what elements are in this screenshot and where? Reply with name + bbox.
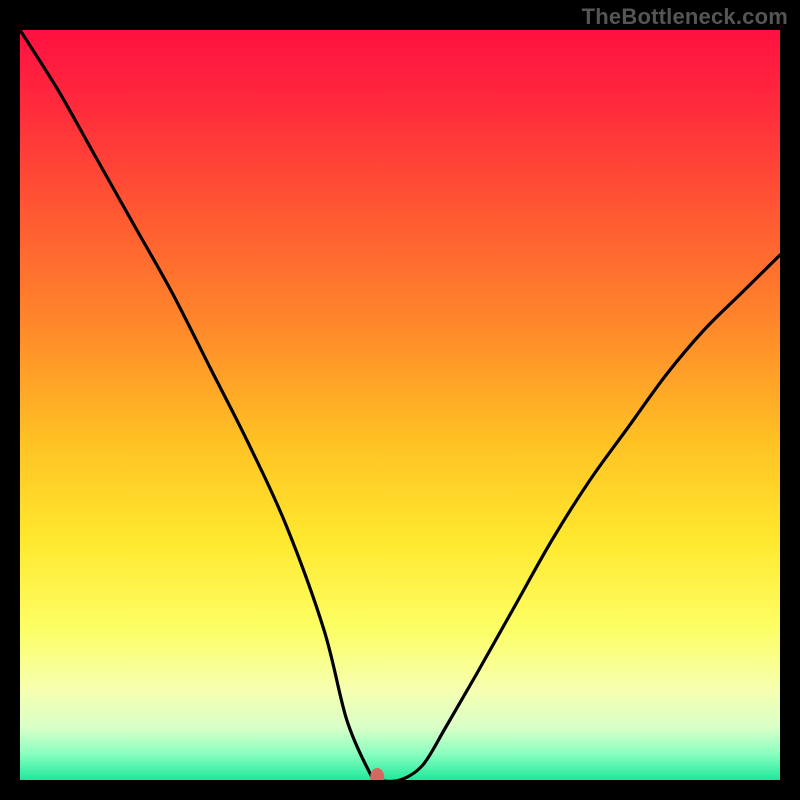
watermark-text: TheBottleneck.com xyxy=(582,4,788,30)
plot-area xyxy=(20,30,780,780)
chart-svg xyxy=(20,30,780,780)
gradient-background xyxy=(20,30,780,780)
chart-frame: TheBottleneck.com xyxy=(0,0,800,800)
